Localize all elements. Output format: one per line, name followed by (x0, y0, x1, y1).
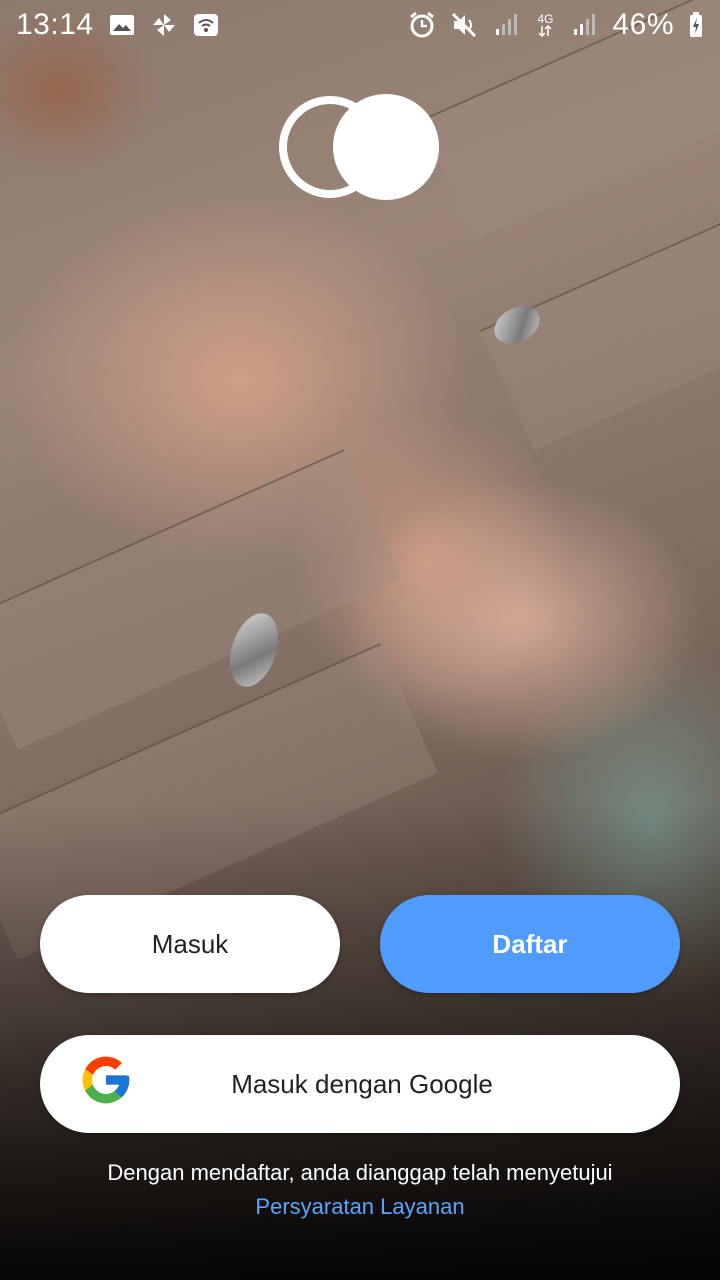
register-button-label: Daftar (492, 928, 568, 959)
alarm-icon (408, 11, 436, 39)
terms-of-service-link[interactable]: Persyaratan Layanan (0, 1190, 720, 1224)
google-logo-icon (78, 1052, 134, 1108)
mute-icon (450, 11, 478, 39)
battery-charging-icon (688, 11, 704, 39)
signal-icon (492, 11, 520, 39)
terms-notice: Dengan mendaftar, anda dianggap telah me… (0, 1156, 720, 1224)
network-type-icon: 4G (534, 11, 556, 39)
google-signin-label: Masuk dengan Google (231, 1068, 493, 1099)
login-button-label: Masuk (151, 928, 229, 959)
pinwheel-icon (150, 11, 178, 39)
terms-text: Dengan mendaftar, anda dianggap telah me… (107, 1160, 613, 1185)
signal-icon (570, 11, 598, 39)
google-signin-button[interactable]: Masuk dengan Google (40, 1035, 680, 1133)
login-button[interactable]: Masuk (40, 895, 340, 993)
status-time: 13:14 (16, 8, 94, 41)
wifi-call-icon (192, 11, 220, 39)
image-icon (108, 11, 136, 39)
app-logo (278, 92, 442, 202)
status-bar: 13:14 4G 46% (0, 0, 720, 50)
battery-percentage: 46% (612, 8, 674, 41)
network-type-label: 4G (537, 12, 554, 26)
register-button[interactable]: Daftar (380, 895, 680, 993)
